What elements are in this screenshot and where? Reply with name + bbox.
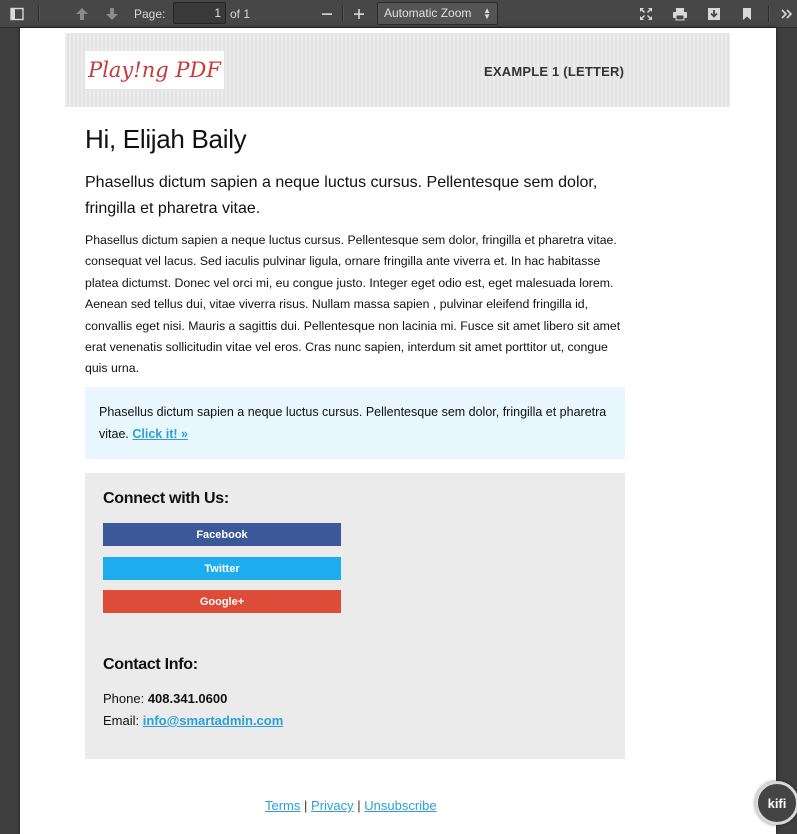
previous-page-icon[interactable] [72, 0, 92, 27]
select-caret-icon: ▲ ▼ [483, 6, 491, 21]
email-label: Email: [103, 713, 140, 728]
click-it-link[interactable]: Click it! » [132, 427, 188, 441]
document-viewer[interactable]: Play!ng PDF EXAMPLE 1 (LETTER) Hi, Elija… [0, 28, 797, 834]
download-icon[interactable] [704, 0, 724, 27]
tools-menu-icon[interactable] [778, 0, 796, 27]
bookmark-icon[interactable] [738, 0, 756, 27]
print-icon[interactable] [669, 0, 691, 27]
pdf-toolbar: Page: 1 of 1 Automatic Zoom ▲ ▼ [0, 0, 797, 28]
kifi-badge[interactable]: kifi [755, 781, 797, 825]
zoom-in-icon[interactable] [350, 0, 368, 27]
body-paragraph: Phasellus dictum sapien a neque luctus c… [85, 233, 621, 376]
page-count: of 1 [230, 6, 251, 21]
phone-number: 408.341.0600 [147, 691, 228, 706]
toolbar-divider [342, 6, 343, 22]
facebook-button[interactable]: Facebook [103, 523, 341, 546]
zoom-select[interactable]: Automatic Zoom ▲ ▼ [377, 2, 498, 25]
document-title: EXAMPLE 1 (LETTER) [484, 64, 625, 79]
greeting-heading: Hi, Elijah Baily [85, 124, 247, 154]
page-label: Page: [134, 6, 166, 21]
footer-links: Terms | Privacy | Unsubscribe [265, 798, 437, 813]
sidebar-toggle-icon[interactable] [4, 0, 30, 27]
phone-label: Phone: [103, 691, 145, 706]
contact-heading: Contact Info: [103, 656, 198, 673]
google-plus-button[interactable]: Google+ [103, 590, 341, 613]
email-link[interactable]: info@smartadmin.com [143, 713, 284, 728]
zoom-out-icon[interactable] [318, 0, 336, 27]
footer-separator: | [304, 798, 308, 813]
playing-pdf-logo: Play!ng PDF [85, 51, 224, 89]
email-line: Email: info@smartadmin.com [103, 713, 283, 728]
toolbar-divider [38, 6, 39, 22]
callout-box: Phasellus dictum sapien a neque luctus c… [85, 387, 625, 459]
connect-panel: Connect with Us: Facebook Twitter Google… [85, 473, 625, 759]
privacy-link[interactable]: Privacy [311, 798, 354, 813]
page-number-input[interactable]: 1 [173, 2, 226, 24]
footer-separator: | [357, 798, 361, 813]
phone-line: Phone: 408.341.0600 [103, 691, 227, 706]
zoom-select-value: Automatic Zoom [384, 6, 472, 20]
lead-paragraph: Phasellus dictum sapien a neque luctus c… [85, 174, 598, 217]
next-page-icon[interactable] [102, 0, 122, 27]
pdf-page: Play!ng PDF EXAMPLE 1 (LETTER) Hi, Elija… [20, 28, 776, 834]
unsubscribe-link[interactable]: Unsubscribe [364, 798, 436, 813]
twitter-button[interactable]: Twitter [103, 557, 341, 580]
connect-heading: Connect with Us: [103, 490, 229, 507]
toolbar-divider [768, 6, 769, 22]
document-header: Play!ng PDF EXAMPLE 1 (LETTER) [65, 33, 730, 107]
presentation-mode-icon[interactable] [636, 0, 656, 27]
terms-link[interactable]: Terms [265, 798, 300, 813]
